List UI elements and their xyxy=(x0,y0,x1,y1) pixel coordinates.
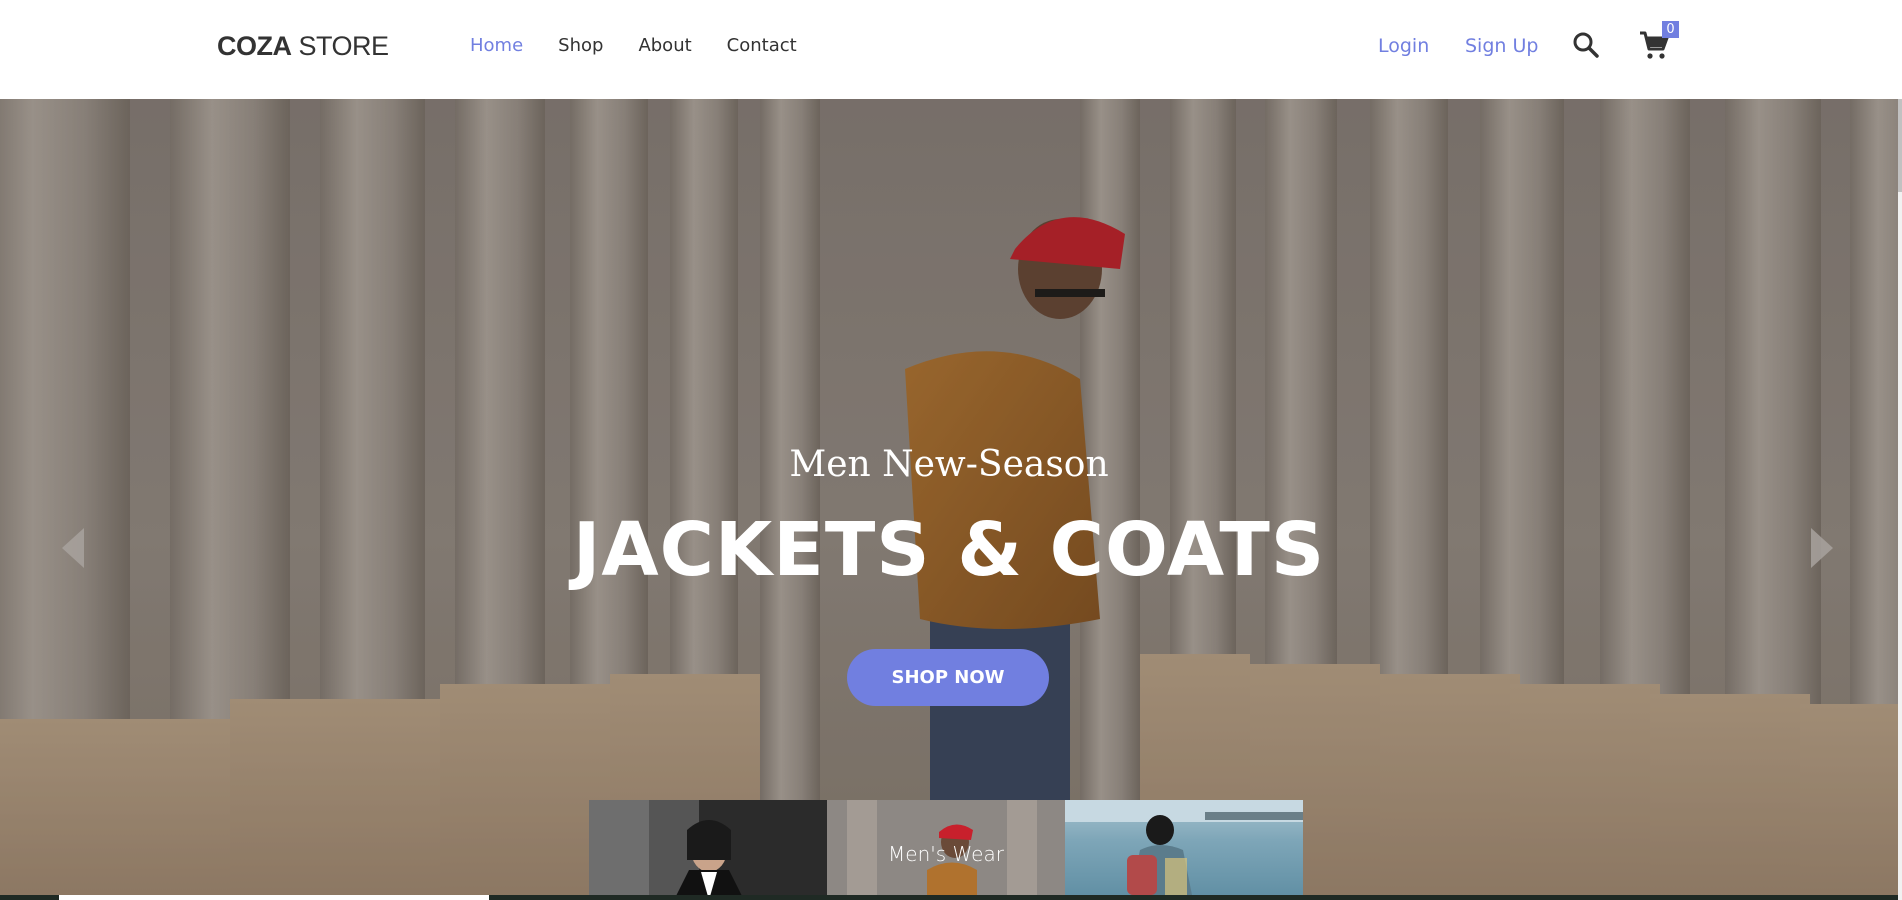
search-icon[interactable] xyxy=(1572,31,1600,59)
main-nav: Home Shop About Contact xyxy=(470,33,832,59)
thumb-label-mens-wear: Men's Wear xyxy=(888,842,1004,866)
logo-light: STORE xyxy=(298,30,390,61)
nav-contact[interactable]: Contact xyxy=(727,33,797,59)
nav-about[interactable]: About xyxy=(638,33,691,59)
site-logo[interactable]: COZA STORE xyxy=(217,30,389,62)
login-link[interactable]: Login xyxy=(1378,31,1429,61)
signup-link[interactable]: Sign Up xyxy=(1465,31,1538,61)
next-section-edge-light xyxy=(59,895,489,900)
logo-bold: COZA xyxy=(217,30,292,61)
hero-overlay xyxy=(0,99,1898,900)
cart-count-badge: 0 xyxy=(1662,21,1679,38)
category-thumb-mens-wear[interactable]: Men's Wear xyxy=(827,800,1065,900)
shop-now-button[interactable]: SHOP NOW xyxy=(847,649,1049,706)
category-thumb-women[interactable] xyxy=(589,800,827,900)
hero-title: JACKETS & COATS xyxy=(572,507,1326,593)
hero-subtitle: Men New-Season xyxy=(789,444,1109,485)
chevron-right-icon[interactable] xyxy=(1809,526,1835,570)
category-thumbnails: Men's Wear xyxy=(589,800,1303,900)
chevron-left-icon[interactable] xyxy=(60,526,86,570)
nav-shop[interactable]: Shop xyxy=(558,33,603,59)
nav-home[interactable]: Home xyxy=(470,33,523,59)
hero-slider: Men New-Season JACKETS & COATS SHOP NOW xyxy=(0,99,1898,900)
site-header: COZA STORE Home Shop About Contact Login… xyxy=(0,0,1902,99)
category-thumb-accessories[interactable] xyxy=(1065,800,1303,900)
